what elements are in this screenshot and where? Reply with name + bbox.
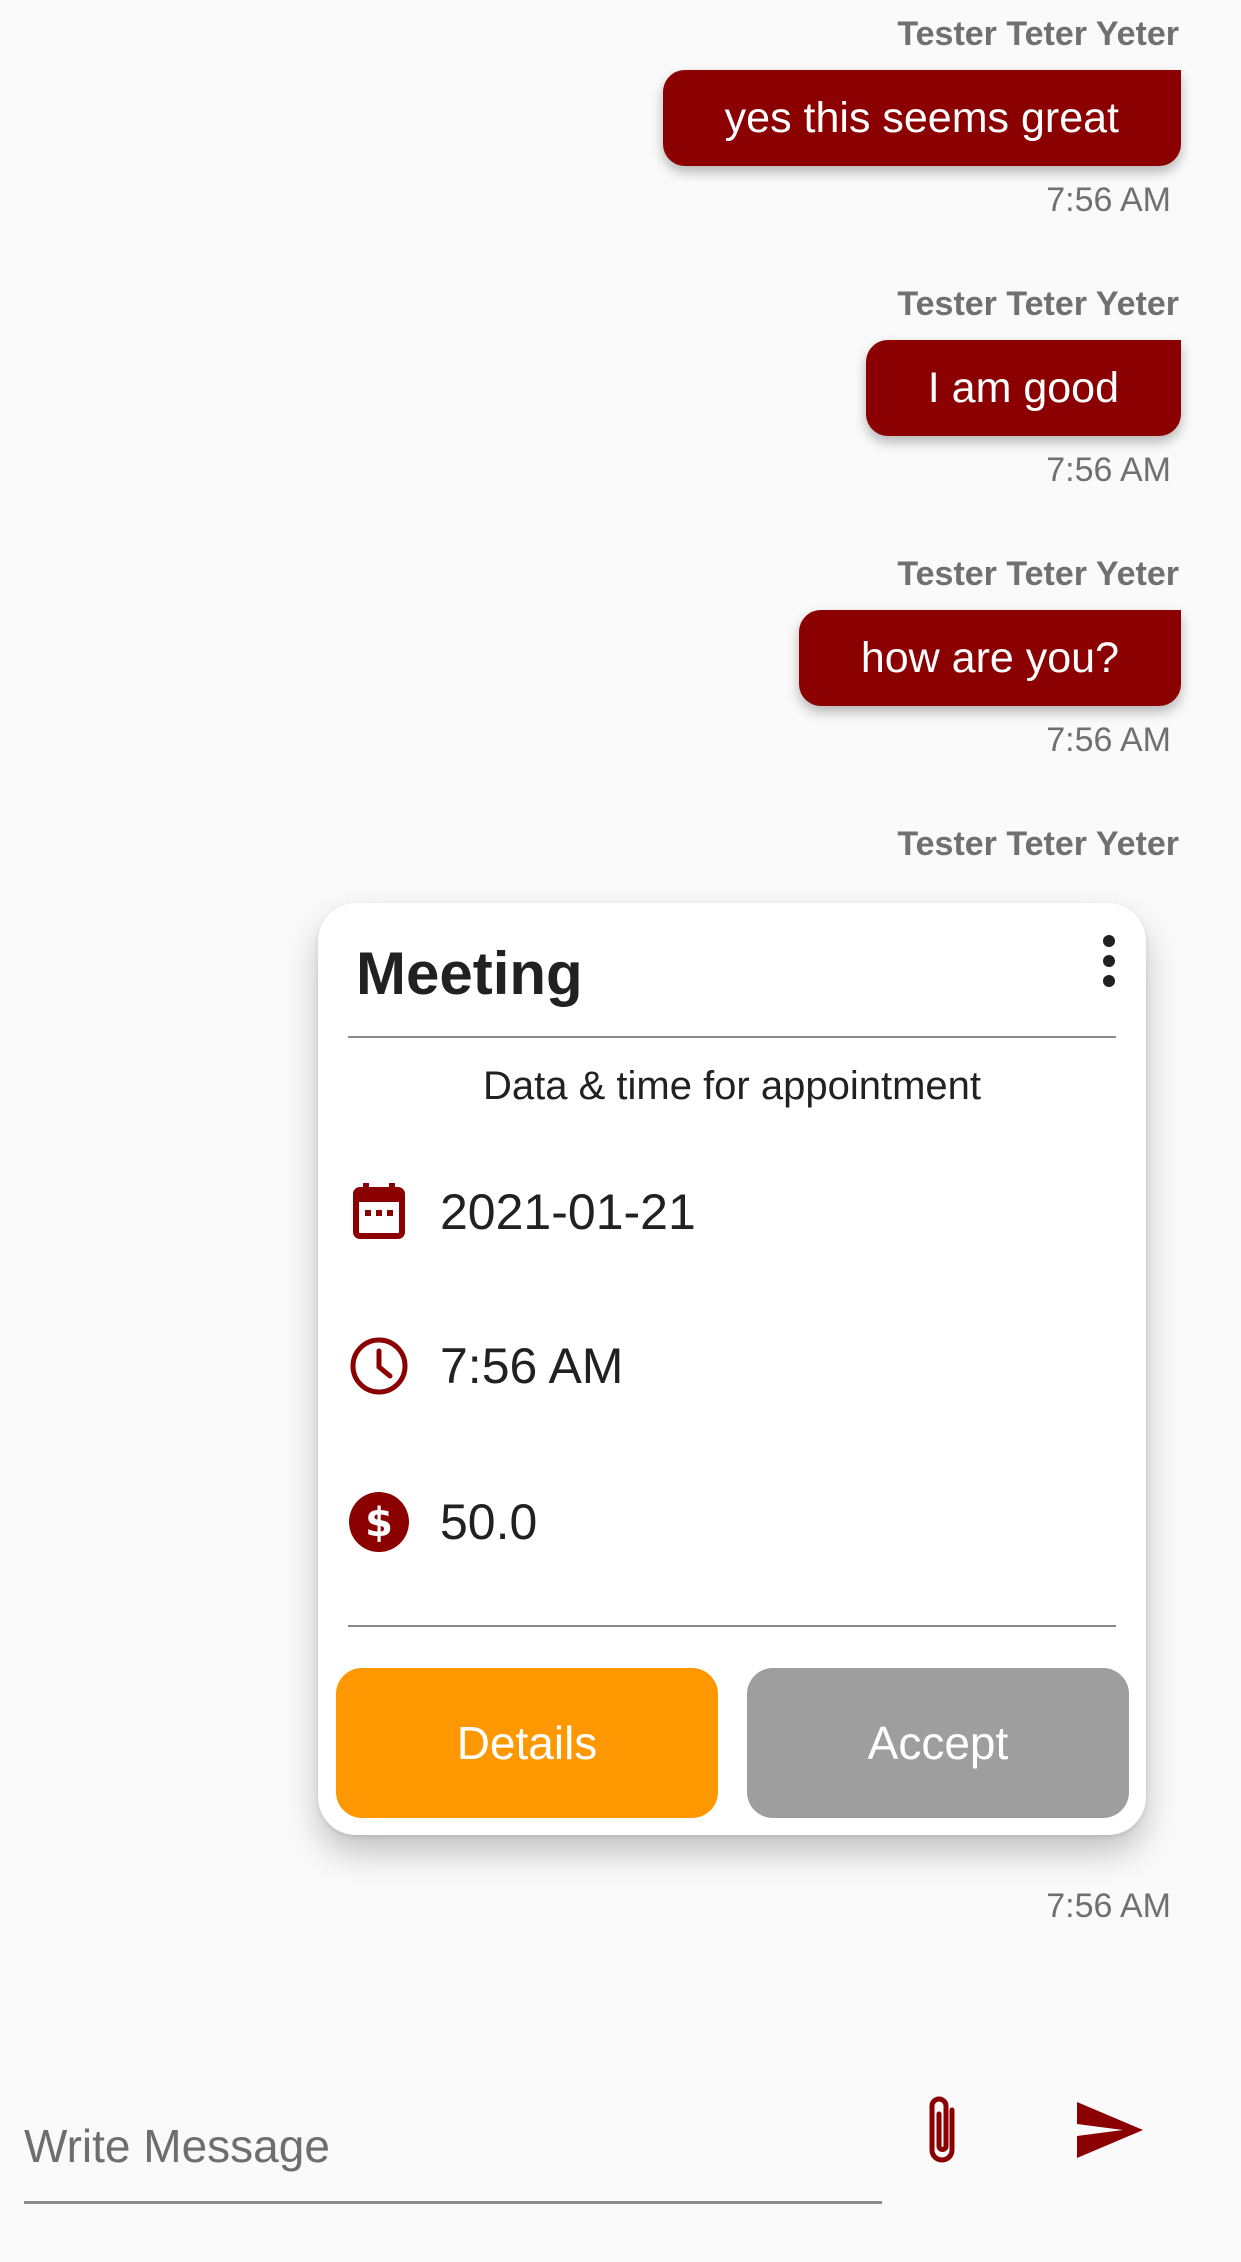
message-sender: Tester Teter Yeter — [897, 825, 1179, 863]
message-time: 7:56 AM — [1046, 181, 1171, 219]
message-item: Tester Teter Yeter how are you? 7:56 AM — [798, 554, 1181, 760]
message-item: Tester Teter Yeter I am good 7:56 AM — [865, 284, 1181, 490]
accept-button[interactable]: Accept — [747, 1668, 1129, 1818]
dollar-icon: $ — [349, 1492, 409, 1552]
message-input-container — [24, 2090, 882, 2204]
message-bubble[interactable]: yes this seems great — [662, 70, 1181, 166]
appointment-date-row: 2021-01-21 — [348, 1181, 696, 1243]
message-time: 7:56 AM — [1046, 1887, 1171, 1925]
appointment-date: 2021-01-21 — [440, 1184, 696, 1240]
details-button[interactable]: Details — [336, 1668, 718, 1818]
message-input[interactable] — [24, 2090, 882, 2201]
calendar-icon — [353, 1183, 405, 1239]
message-time: 7:56 AM — [1046, 451, 1171, 489]
send-icon[interactable] — [1075, 2100, 1145, 2160]
more-vert-icon[interactable] — [1094, 933, 1124, 989]
appointment-price: 50.0 — [440, 1494, 538, 1550]
appointment-message: Tester Teter Yeter — [897, 824, 1181, 864]
appointment-title: Meeting — [356, 940, 583, 1007]
card-divider — [348, 1036, 1116, 1038]
appointment-subtitle: Data & time for appointment — [482, 1064, 982, 1108]
message-sender: Tester Teter Yeter — [897, 555, 1179, 593]
paperclip-icon[interactable] — [918, 2092, 968, 2172]
svg-text:$: $ — [365, 1500, 393, 1546]
message-bubble[interactable]: how are you? — [798, 610, 1181, 706]
clock-icon — [350, 1337, 408, 1395]
appointment-card: Meeting Data & time for appointment 2021… — [318, 903, 1146, 1835]
message-sender: Tester Teter Yeter — [897, 15, 1179, 53]
message-sender: Tester Teter Yeter — [897, 285, 1179, 323]
message-bubble[interactable]: I am good — [865, 340, 1181, 436]
appointment-price-row: $ 50.0 — [348, 1491, 537, 1553]
message-time: 7:56 AM — [1046, 721, 1171, 759]
appointment-time: 7:56 AM — [440, 1338, 624, 1394]
message-item: Tester Teter Yeter yes this seems great … — [662, 14, 1181, 220]
appointment-time-row: 7:56 AM — [348, 1335, 623, 1397]
card-divider — [348, 1625, 1116, 1627]
